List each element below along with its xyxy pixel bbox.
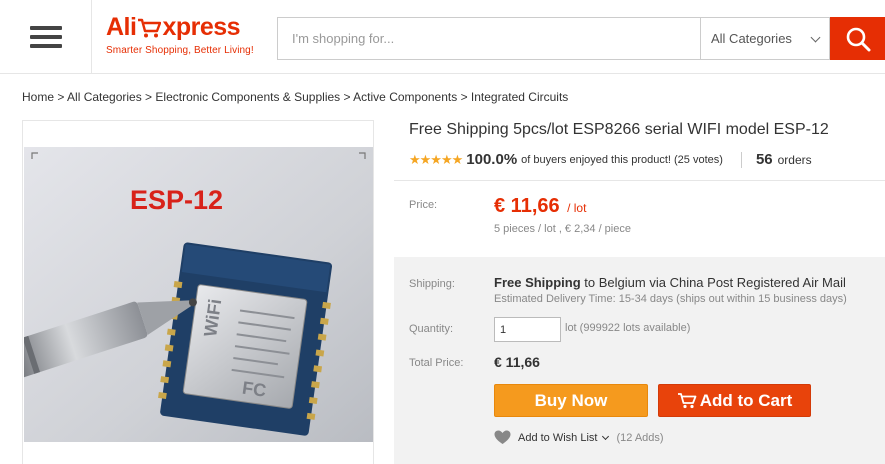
price-value: € 11,66 (494, 195, 560, 217)
product-image[interactable]: WiFi FC ESP-12 (24, 147, 373, 442)
hamburger-icon (29, 26, 62, 48)
search-bar: I'm shopping for... All Categories (277, 17, 885, 60)
heart-icon (494, 430, 511, 444)
search-button[interactable] (830, 17, 885, 60)
quantity-available: lot (999922 lots available) (565, 322, 691, 334)
category-select-label: All Categories (711, 31, 792, 46)
orders-label: orders (777, 152, 812, 167)
shipping-info[interactable]: Free Shipping to Belgium via China Post … (494, 275, 846, 290)
buy-now-label: Buy Now (534, 390, 608, 410)
search-input[interactable]: I'm shopping for... (277, 17, 700, 60)
logo-text-ali: Ali (106, 13, 137, 41)
quantity-label: Quantity: (409, 323, 454, 335)
product-title: Free Shipping 5pcs/lot ESP8266 serial WI… (409, 121, 829, 138)
total-price-label: Total Price: (409, 357, 464, 369)
shipping-method: Free Shipping (494, 275, 581, 290)
orders-count: 56 (755, 151, 773, 168)
aliexpress-logo[interactable]: Ali xpress Smarter Shopping, Better Livi… (106, 12, 266, 62)
cart-icon (677, 392, 697, 408)
add-to-cart-button[interactable]: Add to Cart (658, 384, 811, 417)
price-unit: / lot (567, 201, 587, 215)
price: € 11,66 / lot (494, 195, 586, 218)
chevron-down-icon (810, 32, 821, 43)
shipping-destination: Belgium via China Post Registered Air Ma… (598, 275, 846, 290)
rating-divider (740, 151, 742, 168)
logo-tagline: Smarter Shopping, Better Living! (106, 45, 254, 56)
category-select[interactable]: All Categories (700, 17, 830, 60)
divider (394, 180, 885, 181)
add-to-cart-label: Add to Cart (699, 390, 793, 410)
total-price-value: € 11,66 (494, 354, 540, 370)
breadcrumb[interactable]: Home > All Categories > Electronic Compo… (22, 90, 568, 104)
buy-now-button[interactable]: Buy Now (494, 384, 648, 417)
rating-row: ★★★★★ 100.0% of buyers enjoyed this prod… (409, 151, 812, 168)
product-image-label: ESP-12 (130, 185, 223, 215)
rating-percent: 100.0% (466, 151, 518, 168)
star-rating-icon: ★★★★★ (409, 151, 463, 167)
delivery-estimate: Estimated Delivery Time: 15-34 days (shi… (494, 293, 847, 305)
rating-text[interactable]: of buyers enjoyed this product! (25 vote… (521, 154, 723, 166)
site-header: Ali xpress Smarter Shopping, Better Livi… (0, 0, 885, 74)
svg-text:FC: FC (241, 378, 268, 401)
shipping-to: to (584, 275, 596, 290)
menu-button[interactable] (0, 0, 92, 74)
wish-list-label: Add to Wish List (518, 431, 598, 444)
price-per-piece: 5 pieces / lot , € 2,34 / piece (494, 223, 631, 235)
search-icon (846, 27, 870, 51)
quantity-input[interactable]: 1 (494, 317, 561, 342)
price-label: Price: (409, 199, 438, 211)
logo-cart-icon (137, 16, 162, 38)
chevron-down-icon (602, 432, 610, 440)
shipping-label: Shipping: (409, 278, 455, 290)
wish-list-adds: (12 Adds) (616, 431, 664, 444)
wish-list[interactable]: Add to Wish List (12 Adds) (494, 430, 664, 445)
logo-text-xpress: xpress (162, 13, 241, 41)
